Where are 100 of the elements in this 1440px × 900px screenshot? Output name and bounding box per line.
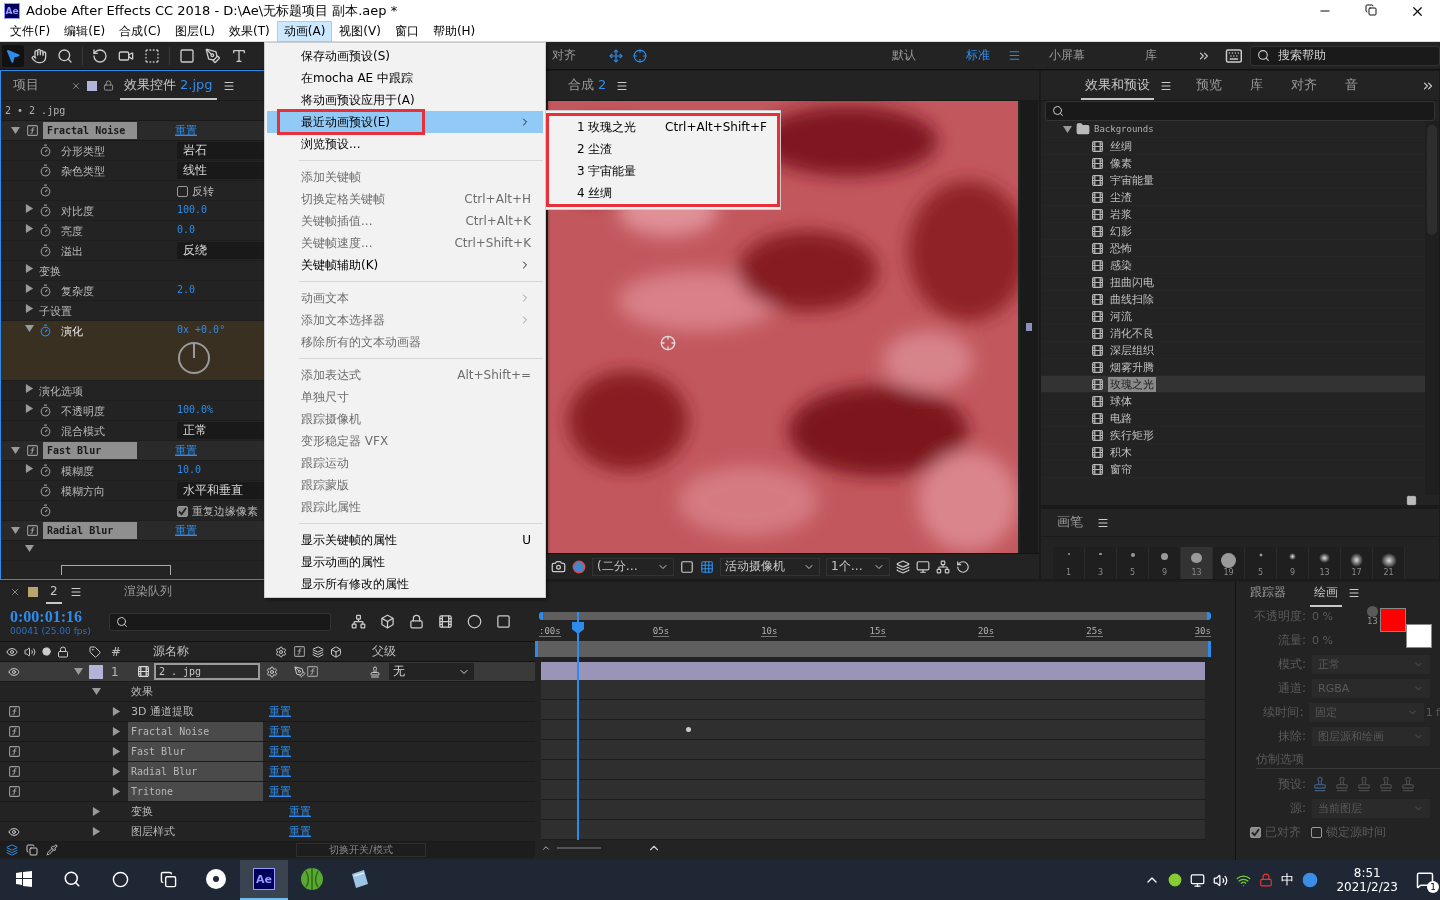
effect-name[interactable]: Fractal Noise	[43, 122, 137, 139]
preset-item[interactable]: 玫瑰之光	[1108, 376, 1156, 392]
flowchart-icon[interactable]	[350, 614, 366, 629]
property-group-label[interactable]: 效果	[128, 682, 283, 701]
tray-app-icon[interactable]	[1236, 872, 1252, 888]
property-value[interactable]: 0x +0.0°	[177, 324, 264, 335]
workspace-tab[interactable]: 小屏幕	[1048, 47, 1085, 64]
camera-dropdown[interactable]: 活动摄像机	[720, 557, 820, 576]
switches-icon[interactable]	[275, 645, 288, 658]
timecode[interactable]: 0:00:01:16	[10, 607, 91, 626]
folder-label[interactable]: Backgrounds	[1094, 124, 1154, 134]
blend-icon[interactable]	[312, 645, 325, 658]
flowchart-icon[interactable]	[936, 559, 950, 574]
panel-tab[interactable]: 项目	[9, 71, 43, 100]
keyframe-dot[interactable]	[686, 727, 691, 732]
collapsed-triangle-icon[interactable]	[25, 304, 34, 313]
property-group-label[interactable]: 变换	[128, 802, 283, 821]
menu-item[interactable]: 1 玫瑰之光 Ctrl+Alt+Shift+F	[549, 116, 777, 138]
menu-icon[interactable]	[1160, 79, 1172, 92]
expanded-triangle-icon[interactable]	[11, 126, 20, 135]
stopwatch-icon[interactable]	[39, 404, 52, 417]
radial-widget[interactable]	[61, 565, 171, 575]
views-dropdown[interactable]: 1个…	[826, 557, 890, 576]
property-value[interactable]: 10.0	[177, 464, 264, 475]
stopwatch-icon[interactable]	[39, 204, 52, 217]
collapsed-triangle-icon[interactable]	[25, 404, 34, 413]
reset-link[interactable]: 重置	[269, 724, 291, 739]
menu-icon[interactable]	[616, 79, 629, 92]
effect-name[interactable]: Fast Blur	[43, 442, 137, 459]
label-icon[interactable]	[89, 645, 101, 658]
preset-item[interactable]: 丝绸	[1108, 138, 1134, 154]
menu-icon[interactable]	[69, 586, 82, 598]
clock-date[interactable]: 2021/2/23	[1336, 880, 1398, 894]
menu-icon[interactable]	[1007, 49, 1021, 62]
brush-tip[interactable]: 13	[1309, 547, 1341, 579]
preset-item[interactable]: 扭曲闪电	[1108, 274, 1156, 290]
collapsed-triangle-icon[interactable]	[92, 807, 101, 816]
new-folder-icon[interactable]	[1406, 495, 1417, 506]
transparency-grid-icon[interactable]	[700, 559, 714, 574]
collapsed-triangle-icon[interactable]	[92, 827, 101, 836]
stopwatch-icon[interactable]	[39, 484, 52, 497]
property-value[interactable]: 100.0	[177, 204, 264, 215]
preset-item[interactable]: 消化不良	[1108, 325, 1156, 341]
preset-item[interactable]: 疾行矩形	[1108, 427, 1156, 443]
brush-tip[interactable]: 3	[1085, 547, 1117, 579]
in-out-icon[interactable]	[46, 844, 58, 856]
menu-item[interactable]: 合成(C)	[112, 21, 168, 42]
notifications-icon[interactable]	[1416, 871, 1434, 889]
expanded-triangle-icon[interactable]	[25, 544, 34, 553]
menu-item[interactable]: 显示所有修改的属性	[267, 573, 543, 595]
collapsed-triangle-icon[interactable]	[25, 224, 34, 233]
stopwatch-icon[interactable]	[39, 164, 52, 177]
reset-link[interactable]: 重置	[269, 784, 291, 799]
stopwatch-icon[interactable]	[39, 424, 52, 437]
brush-tip[interactable]: 21	[1373, 547, 1405, 579]
menu-item[interactable]: 动画(A)	[276, 21, 333, 42]
property-dropdown[interactable]: 反绕	[177, 242, 264, 259]
panel-tab[interactable]: 对齐	[1287, 71, 1321, 100]
panel-tab[interactable]: 效果和预设	[1081, 71, 1154, 100]
reset-link[interactable]: 重置	[175, 443, 197, 458]
menu-icon[interactable]	[1348, 587, 1360, 599]
region-icon[interactable]	[680, 559, 694, 574]
menu-item[interactable]: 浏览预设...	[267, 133, 543, 155]
effect-name[interactable]: Radial Blur	[128, 762, 263, 781]
collapsed-triangle-icon[interactable]	[112, 747, 121, 756]
brush-tip[interactable]: 13	[1181, 547, 1213, 579]
brush-tip[interactable]: 19	[1213, 547, 1245, 579]
layers-icon[interactable]	[896, 559, 910, 574]
stopwatch-icon[interactable]	[39, 244, 52, 257]
collapsed-triangle-icon[interactable]	[112, 727, 121, 736]
shy-layers-icon[interactable]	[408, 614, 424, 629]
tray-app-icon[interactable]	[1168, 873, 1183, 887]
volume-icon[interactable]	[1213, 872, 1229, 888]
property-dropdown[interactable]: 水平和垂直	[177, 482, 264, 499]
menu-item[interactable]: 保存动画预设(S)	[267, 45, 543, 67]
menu-item[interactable]: 文件(F)	[3, 21, 58, 42]
network-icon[interactable]	[1190, 872, 1206, 888]
preset-item[interactable]: 恐怖	[1108, 240, 1134, 256]
expanded-triangle-icon[interactable]	[1063, 124, 1072, 134]
expanded-triangle-icon[interactable]	[92, 687, 101, 696]
effect-name[interactable]: Radial Blur	[43, 522, 137, 539]
keyboard-icon[interactable]	[1224, 46, 1243, 65]
reset-exposure-icon[interactable]	[956, 559, 970, 574]
security-icon[interactable]	[1259, 873, 1274, 887]
preset-item[interactable]: 幻影	[1108, 223, 1134, 239]
anchor-point-icon[interactable]	[660, 335, 676, 351]
selection-tool[interactable]	[2, 44, 24, 67]
input-method[interactable]: 中	[1281, 871, 1295, 889]
reset-link[interactable]: 重置	[289, 804, 311, 819]
stopwatch-icon[interactable]	[39, 284, 52, 297]
menu-item[interactable]: 帮助(H)	[425, 21, 483, 42]
preset-item[interactable]: 岩浆	[1108, 206, 1134, 222]
reset-link[interactable]: 重置	[269, 744, 291, 759]
menu-item[interactable]: 在mocha AE 中跟踪	[267, 67, 543, 89]
reset-link[interactable]: 重置	[289, 824, 311, 839]
toggle-switches-button[interactable]: 切换开关/模式	[296, 843, 426, 857]
menu-item[interactable]: 将动画预设应用于(A)	[267, 89, 543, 111]
brush-tip[interactable]: 17	[1341, 547, 1373, 579]
property-value[interactable]: 100.0%	[177, 404, 264, 415]
monitor-icon[interactable]	[916, 559, 930, 574]
